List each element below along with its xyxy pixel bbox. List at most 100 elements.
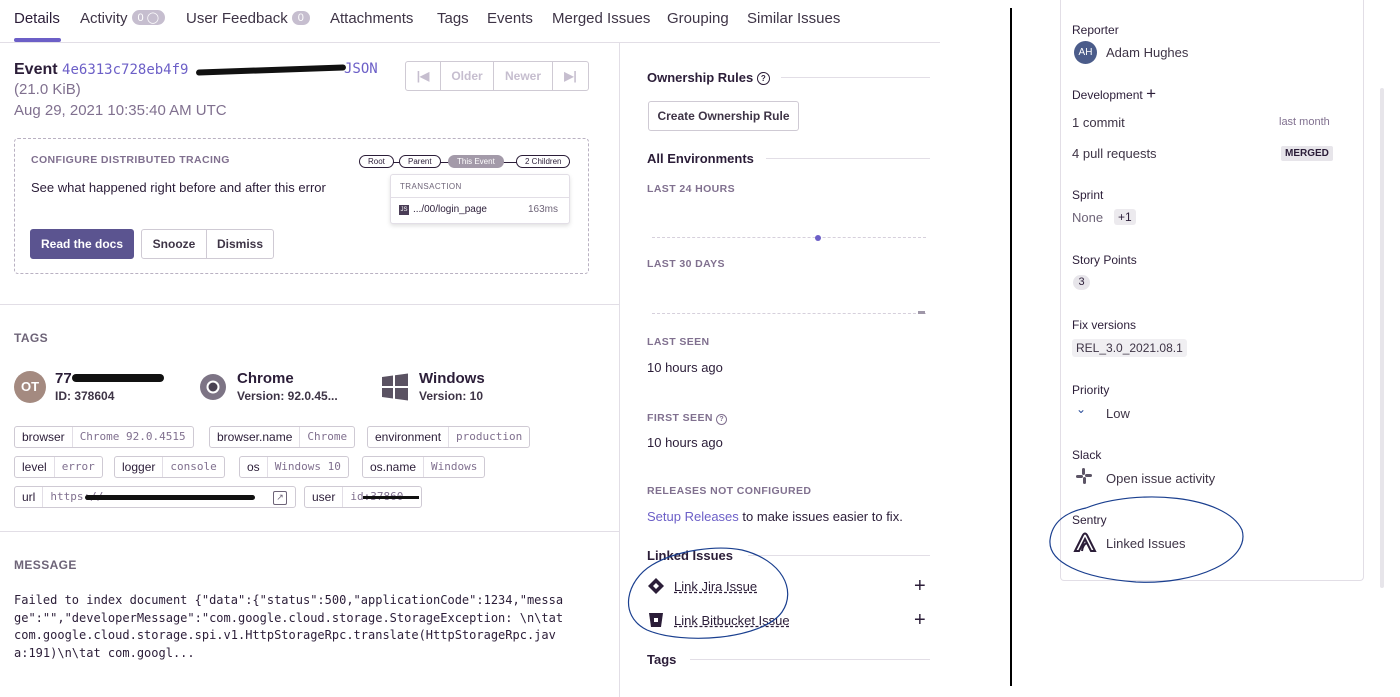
tag-pill[interactable]: os.name Windows [362,456,486,478]
external-link-icon[interactable]: ↗ [273,491,287,505]
tab-user-feedback[interactable]: User Feedback 0 [186,10,310,27]
user-name: 77 [55,370,72,387]
help-icon[interactable]: ? [716,414,728,425]
tab-merged-issues[interactable]: Merged Issues [552,10,650,27]
add-icon[interactable]: + [1146,84,1156,103]
snooze-button[interactable]: Snooze [141,229,207,259]
tag-key: logger [115,457,164,477]
redaction-mark [85,495,255,500]
message-line: ge":"","developerMessage":"com.google.cl… [14,610,564,625]
commit-count[interactable]: 1 commit [1072,115,1125,130]
tab-events[interactable]: Events [487,10,533,27]
javascript-icon: JS [399,205,409,215]
slack-label: Slack [1072,448,1102,462]
user-id: ID: 378604 [55,389,115,403]
tag-pill[interactable]: userid:37860 [304,486,422,508]
tag-key: os.name [363,457,425,477]
sprint-more-badge[interactable]: +1 [1114,209,1136,225]
skip-back-icon: |◀ [416,69,430,83]
tag-key: browser.name [210,427,301,447]
add-bitbucket-icon[interactable]: + [914,610,926,630]
newest-button[interactable]: ▶| [552,61,589,91]
reporter-avatar: AH [1074,41,1097,64]
story-points-value[interactable]: 3 [1073,275,1090,290]
tab-grouping[interactable]: Grouping [667,10,729,27]
tab-label: Activity [80,10,128,27]
user-avatar: OT [14,371,46,403]
chart-24h-baseline [652,237,926,238]
tag-value: error [61,460,95,473]
tag-pill[interactable]: environment production [367,426,531,448]
tag-key: environment [368,427,450,447]
story-points-label: Story Points [1072,253,1137,267]
releases-hint: Setup Releases to make issues easier to … [647,509,903,524]
tag-pill[interactable]: browser Chrome 92.0.4515 [14,426,194,448]
development-label: Development + [1072,84,1156,103]
pull-request-count[interactable]: 4 pull requests [1072,146,1157,161]
skip-forward-icon: ▶| [564,69,577,83]
first-seen-label: FIRST SEEN ? [647,412,728,425]
scrollbar[interactable] [1380,88,1384,588]
setup-releases-link[interactable]: Setup Releases [647,509,739,524]
help-icon[interactable]: ? [756,72,770,85]
comment-icon: ◯ [146,12,160,24]
json-link[interactable]: JSON [344,61,378,77]
fix-version-value[interactable]: REL_3.0_2021.08.1 [1072,339,1187,357]
tag-key: url [15,487,44,507]
tags-title: TAGS [14,331,49,345]
message-line: com.google.cloud.storage.spi.v1.HttpStor… [14,628,556,642]
tab-label: User Feedback [186,10,288,27]
tab-attachments[interactable]: Attachments [330,10,413,27]
read-docs-button[interactable]: Read the docs [30,229,134,259]
newer-button[interactable]: Newer [493,61,553,91]
dismiss-button[interactable]: Dismiss [206,229,274,259]
redaction-mark [363,496,419,499]
browser-version: Version: 92.0.45... [237,389,338,403]
tag-key: user [305,487,344,507]
commit-time: last month [1279,116,1330,128]
chip-parent: Parent [399,155,441,168]
tag-pill[interactable]: os Windows 10 [239,456,349,478]
oldest-button[interactable]: |◀ [405,61,441,91]
transaction-card: TRANSACTION JS .../00/login_page 163ms [390,174,570,224]
tab-label: Events [487,10,533,27]
title-rule [690,659,930,660]
chrome-icon [199,373,227,401]
slack-icon [1076,468,1092,484]
tab-details[interactable]: Details [14,10,60,27]
tag-key: browser [15,427,73,447]
tag-pill[interactable]: url https:// ↗ [14,486,296,508]
message-line: Failed to index document {"data":{"statu… [14,593,564,607]
tag-value: production [456,430,523,443]
add-jira-icon[interactable]: + [914,576,926,596]
sprint-label: Sprint [1072,188,1104,202]
older-button[interactable]: Older [440,61,494,91]
chip-children: 2 Children [516,155,571,168]
browser-name: Chrome [237,370,294,387]
card-divider [391,197,569,198]
open-issue-activity-link[interactable]: Open issue activity [1106,471,1215,486]
tab-label: Grouping [667,10,729,27]
priority-value[interactable]: Low [1106,406,1130,421]
event-id[interactable]: 4e6313c728eb4f9 [62,62,188,78]
create-ownership-rule-button[interactable]: Create Ownership Rule [648,101,799,131]
tab-label: Similar Issues [747,10,841,27]
os-name: Windows [419,370,485,387]
tab-tags[interactable]: Tags [437,10,469,27]
tag-pill[interactable]: level error [14,456,103,478]
tab-bar: Details Activity 0 ◯ User Feedback 0 Attac… [0,0,940,43]
tab-activity[interactable]: Activity 0 ◯ [80,10,166,27]
tracing-description: See what happened right before and after… [31,180,326,195]
event-label: Event [14,61,58,78]
releases-suffix: to make issues easier to fix. [742,509,903,524]
tab-similar-issues[interactable]: Similar Issues [747,10,840,27]
transaction-label: TRANSACTION [400,182,462,191]
redaction-mark [72,374,164,382]
sprint-value[interactable]: None [1072,210,1103,225]
priority-label: Priority [1072,383,1110,397]
feedback-count-badge: 0 [291,11,310,25]
tag-pill[interactable]: browser.name Chrome [209,426,356,448]
fix-versions-label: Fix versions [1072,318,1137,332]
tag-pill[interactable]: logger console [114,456,225,478]
reporter-name[interactable]: Adam Hughes [1106,45,1188,60]
